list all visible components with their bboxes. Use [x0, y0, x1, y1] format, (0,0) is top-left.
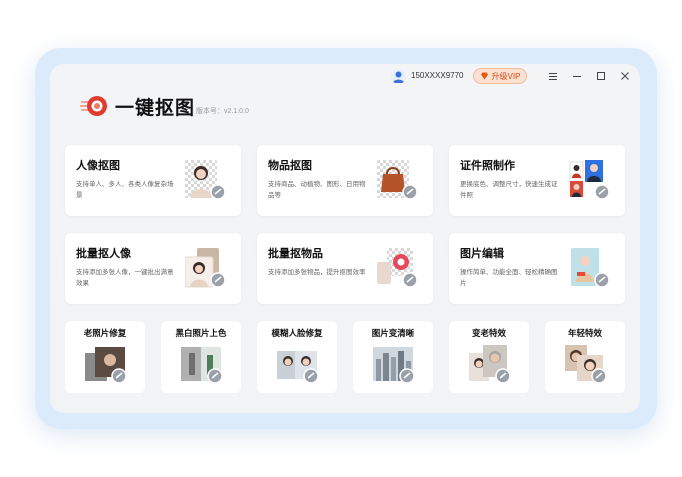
youth-thumbnail-icon	[565, 343, 609, 385]
feature-title: 人像抠图	[76, 160, 120, 172]
feature-title: 批量抠人像	[76, 248, 131, 260]
feature-desc: 支持添加多张人像，一键批出满意效果	[76, 269, 174, 287]
feature-card-batch-object[interactable]: 批量抠物品 支持添加多张物品，提升抠图效率	[257, 233, 433, 304]
vip-label: 升级VIP	[491, 71, 521, 81]
app-brand-title: 一键抠图	[115, 98, 196, 119]
feature-title: 批量抠物品	[268, 248, 323, 260]
feature-card-id-photo[interactable]: 证件照制作 更换底色、调整尺寸，快速生成证件照	[449, 145, 625, 216]
user-avatar[interactable]	[391, 69, 406, 84]
upgrade-vip-button[interactable]: 升级VIP	[473, 68, 527, 84]
account-phone: 150XXXX9770	[411, 71, 464, 80]
app-window: 150XXXX9770 升级VIP 一键抠图 版本号：v2.1.0.0 人像抠图…	[50, 64, 640, 413]
batch-object-thumbnail-icon	[377, 248, 419, 290]
feature-desc: 支持商品、动植物、图形、日用物品等	[268, 181, 366, 199]
tool-title: 黑白照片上色	[175, 328, 227, 338]
feature-desc: 更换底色、调整尺寸，快速生成证件照	[460, 181, 558, 199]
feature-desc: 支持单人、多人、各类人像复杂场景	[76, 181, 174, 199]
handbag-thumbnail-icon	[377, 160, 419, 202]
tool-card-bw-colorize[interactable]: 黑白照片上色	[161, 321, 241, 393]
portrait-thumbnail-icon	[185, 160, 227, 202]
id-photo-thumbnail-icon	[569, 160, 611, 202]
feature-desc: 支持添加多张物品，提升抠图效率	[268, 269, 366, 276]
tool-title: 老照片修复	[83, 328, 127, 338]
feature-desc: 操作简单、功能全面、轻松精确图片	[460, 269, 558, 287]
tool-card-old-photo-repair[interactable]: 老照片修复	[65, 321, 145, 393]
old-photo-thumbnail-icon	[85, 343, 129, 385]
tool-title: 模糊人脸修复	[271, 328, 323, 338]
app-logo-icon	[79, 94, 108, 118]
feature-title: 证件照制作	[460, 160, 515, 172]
tool-title: 图片变清晰	[371, 328, 415, 338]
tool-title: 年轻特效	[567, 328, 602, 338]
image-edit-thumbnail-icon	[569, 248, 611, 290]
feature-title: 图片编辑	[460, 248, 504, 260]
close-icon[interactable]	[617, 68, 633, 84]
tool-card-aging-effect[interactable]: 变老特效	[449, 321, 529, 393]
tool-card-youth-effect[interactable]: 年轻特效	[545, 321, 625, 393]
city-photo-thumbnail-icon	[373, 343, 417, 385]
title-bar[interactable]: 150XXXX9770 升级VIP	[50, 64, 640, 90]
batch-portrait-thumbnail-icon	[184, 248, 227, 290]
aging-thumbnail-icon	[469, 343, 513, 385]
maximize-icon[interactable]	[593, 68, 609, 84]
feature-title: 物品抠图	[268, 160, 312, 172]
bw-photo-thumbnail-icon	[181, 343, 225, 385]
menu-icon[interactable]	[545, 68, 561, 84]
blur-face-thumbnail-icon	[277, 343, 321, 385]
feature-card-image-edit[interactable]: 图片编辑 操作简单、功能全面、轻松精确图片	[449, 233, 625, 304]
tool-title: 变老特效	[471, 328, 506, 338]
feature-card-portrait-cutout[interactable]: 人像抠图 支持单人、多人、各类人像复杂场景	[65, 145, 241, 216]
tool-card-image-sharpen[interactable]: 图片变清晰	[353, 321, 433, 393]
feature-card-batch-portrait[interactable]: 批量抠人像 支持添加多张人像，一键批出满意效果	[65, 233, 241, 304]
diamond-icon	[480, 72, 488, 80]
feature-card-object-cutout[interactable]: 物品抠图 支持商品、动植物、图形、日用物品等	[257, 145, 433, 216]
tool-card-blur-face-repair[interactable]: 模糊人脸修复	[257, 321, 337, 393]
version-label: 版本号：v2.1.0.0	[196, 108, 249, 115]
minimize-icon[interactable]	[569, 68, 585, 84]
